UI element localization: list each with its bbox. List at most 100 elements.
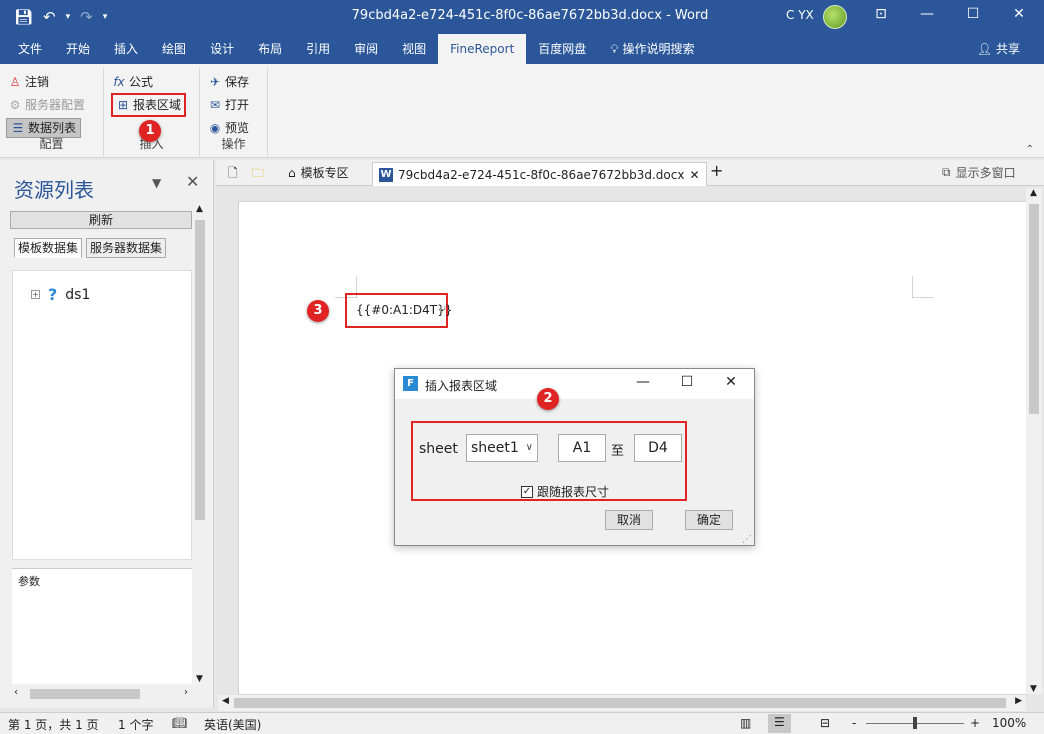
scroll-down-icon[interactable]: ▼	[1030, 684, 1037, 694]
tab-home[interactable]: 开始	[54, 34, 102, 64]
tab-insert[interactable]: 插入	[102, 34, 150, 64]
minimize-icon[interactable]: —	[912, 6, 942, 22]
report-area-button[interactable]: ⊞ 报表区域	[111, 93, 187, 117]
scroll-up-icon[interactable]: ▲	[196, 204, 203, 214]
tab-review[interactable]: 审阅	[342, 34, 390, 64]
server-config-label: 服务器配置	[25, 98, 86, 112]
scroll-right-icon[interactable]: ›	[184, 687, 188, 698]
tab-draw[interactable]: 绘图	[150, 34, 198, 64]
save-icon[interactable]: 💾︎	[14, 6, 33, 28]
tab-close-icon[interactable]: ✕	[689, 168, 699, 182]
open-report-button[interactable]: ✉ 打开	[208, 95, 249, 115]
dialog-close-icon[interactable]: ✕	[719, 374, 743, 390]
tab-baidu-netdisk[interactable]: 百度网盘	[526, 34, 598, 64]
add-tab-button[interactable]: +	[710, 161, 723, 180]
folder-icon[interactable]: 🗀︎	[252, 164, 264, 185]
template-zone-tab[interactable]: ⌂ 模板专区	[288, 164, 349, 181]
share-button[interactable]: 👤︎ 共享	[977, 34, 1020, 64]
home-icon: ⌂	[288, 165, 296, 180]
group-config: ♙ 注销 ⚙ 服务器配置 ☰ 数据列表 配置	[0, 68, 104, 156]
scroll-thumb[interactable]	[30, 689, 140, 699]
ok-button[interactable]: 确定	[685, 510, 733, 530]
scroll-down-icon[interactable]: ▼	[196, 674, 203, 684]
ribbon-display-icon[interactable]: ⊡	[866, 6, 896, 22]
proofing-icon[interactable]: 📖︎	[172, 716, 187, 730]
new-document-icon[interactable]: 🗋︎	[228, 164, 238, 185]
checkmark-icon: ✓	[521, 485, 533, 498]
scroll-right-icon[interactable]: ▶	[1015, 696, 1022, 706]
scroll-left-icon[interactable]: ◀	[222, 696, 229, 706]
callout-badge-1: 1	[139, 120, 161, 142]
tab-server-datasets[interactable]: 服务器数据集	[86, 238, 167, 258]
scroll-left-icon[interactable]: ‹	[14, 687, 18, 698]
scroll-up-icon[interactable]: ▲	[1030, 188, 1037, 198]
paragraph-mark-icon: ↵	[438, 303, 448, 316]
customize-qat-icon[interactable]: ▾	[103, 6, 108, 28]
tab-finereport[interactable]: FineReport	[438, 34, 527, 64]
left-vertical-scrollbar[interactable]: ▲ ▼	[193, 204, 207, 684]
quick-access-toolbar: 💾︎ ↶ ▾ ↷ ▾	[14, 6, 107, 28]
page-count[interactable]: 第 1 页，共 1 页	[8, 716, 99, 733]
dialog-title: 插入报表区域	[425, 379, 498, 393]
server-config-button[interactable]: ⚙ 服务器配置	[8, 95, 85, 115]
tab-tell-me[interactable]: 💡︎ 操作说明搜索	[598, 34, 706, 64]
from-cell-input[interactable]: A1	[558, 434, 606, 462]
document-tab-bar: 🗋︎ 🗀︎ ⌂ 模板专区 W 79cbd4a2-e724-451c-8f0c-86a…	[216, 160, 1044, 186]
document-horizontal-scrollbar[interactable]: ◀ ▶	[218, 695, 1026, 711]
scroll-thumb[interactable]	[234, 698, 1006, 708]
send-icon: ✈	[209, 75, 221, 89]
zoom-in-button[interactable]: +	[970, 716, 980, 730]
sheet-select[interactable]: sheet1 ∨	[466, 434, 538, 462]
zoom-slider-thumb[interactable]	[913, 717, 917, 729]
save-report-button[interactable]: ✈ 保存	[208, 72, 249, 92]
zoom-out-button[interactable]: -	[852, 716, 856, 730]
redo-icon[interactable]: ↷	[80, 6, 93, 28]
multi-window-button[interactable]: ⧉ 显示多窗口	[942, 164, 1016, 181]
collapse-ribbon-icon[interactable]: ⌃	[1026, 144, 1034, 155]
params-panel: 参数	[12, 568, 192, 684]
tab-design[interactable]: 设计	[198, 34, 246, 64]
scroll-thumb[interactable]	[1029, 204, 1039, 414]
web-layout-icon[interactable]: ⊟	[820, 716, 830, 730]
tree-node-ds1[interactable]: + ? ds1	[31, 285, 90, 304]
pane-close-icon[interactable]: ✕	[186, 172, 199, 191]
dialog-minimize-icon[interactable]: —	[631, 374, 655, 390]
group-name-operation: 操作	[221, 137, 246, 151]
undo-icon[interactable]: ↶	[43, 6, 56, 28]
dropdown-icon[interactable]: ▾	[66, 6, 71, 28]
word-count[interactable]: 1 个字	[118, 716, 153, 733]
document-vertical-scrollbar[interactable]: ▲ ▼	[1026, 188, 1042, 694]
print-layout-icon[interactable]: ☰	[768, 714, 791, 733]
logout-button[interactable]: ♙ 注销	[8, 72, 49, 92]
formula-button[interactable]: fx 公式	[112, 72, 153, 92]
user-name[interactable]: C YX	[786, 8, 814, 22]
pane-options-icon[interactable]: ▼	[152, 176, 161, 190]
tab-references[interactable]: 引用	[294, 34, 342, 64]
close-icon[interactable]: ✕	[1004, 6, 1034, 22]
window-icon: ⧉	[942, 165, 951, 179]
tell-me-label: 操作说明搜索	[622, 42, 695, 56]
tab-file[interactable]: 文件	[6, 34, 54, 64]
cancel-button[interactable]: 取消	[605, 510, 653, 530]
person-icon: 👤︎	[976, 42, 996, 56]
left-horizontal-scrollbar[interactable]: ‹ ›	[10, 686, 194, 702]
dialog-maximize-icon[interactable]: ☐	[675, 374, 699, 390]
template-zone-label: 模板专区	[300, 166, 349, 180]
tab-layout[interactable]: 布局	[246, 34, 294, 64]
resize-grip-icon[interactable]: ⋰	[742, 534, 752, 545]
avatar[interactable]	[823, 5, 847, 29]
formula-label: 公式	[129, 75, 154, 89]
tab-template-datasets[interactable]: 模板数据集	[14, 238, 83, 258]
to-label: 至	[611, 444, 625, 459]
zoom-level[interactable]: 100%	[992, 716, 1026, 730]
follow-size-checkbox[interactable]: ✓ 跟随报表尺寸	[521, 483, 609, 500]
language-status[interactable]: 英语(美国)	[204, 716, 261, 733]
refresh-button[interactable]: 刷新	[10, 211, 192, 229]
read-mode-icon[interactable]: ▥	[740, 716, 751, 730]
expand-icon[interactable]: +	[31, 290, 40, 299]
tab-view[interactable]: 视图	[390, 34, 438, 64]
active-document-tab[interactable]: W 79cbd4a2-e724-451c-8f0c-86ae7672bb3d.do…	[372, 162, 707, 186]
scroll-thumb[interactable]	[195, 220, 205, 520]
to-cell-input[interactable]: D4	[634, 434, 682, 462]
maximize-icon[interactable]: ☐	[958, 6, 988, 22]
